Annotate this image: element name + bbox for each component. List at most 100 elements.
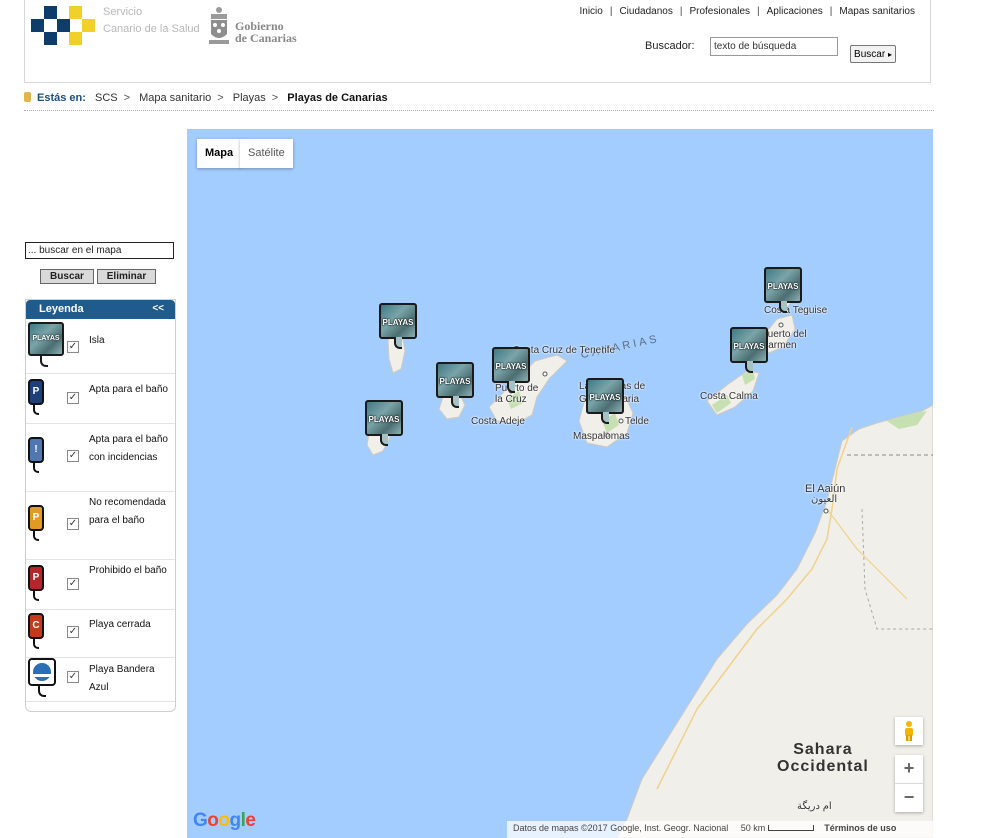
breadcrumb-current: Playas de Canarias: [287, 92, 388, 104]
island-marker-icon: PLAYAS: [28, 322, 64, 370]
legend-checkbox-prohibido[interactable]: ✓: [67, 578, 79, 590]
legend-checkbox-apta[interactable]: ✓: [67, 392, 79, 404]
place-label-telde: Telde: [625, 416, 649, 427]
gov-line2: de Canarias: [235, 31, 297, 45]
scs-logo[interactable]: [31, 6, 101, 46]
zoom-in-button[interactable]: +: [895, 755, 923, 784]
marker-label: PLAYAS: [767, 282, 799, 291]
map-type-button-map[interactable]: Mapa: [197, 139, 242, 168]
map-clear-button[interactable]: Eliminar: [97, 269, 156, 284]
legend-item-prohibido: P ✓ Prohibido el baño: [26, 560, 175, 610]
legend-label: Prohibido el baño: [89, 565, 167, 576]
map-type-button-satellite[interactable]: Satélite: [240, 139, 293, 168]
map-attribution[interactable]: Datos de mapas ©2017 Google, Inst. Geogr…: [513, 823, 728, 833]
legend-checkbox-no-recomendada[interactable]: ✓: [67, 518, 79, 530]
breadcrumb-item-mapa-sanitario[interactable]: Mapa sanitario: [139, 92, 211, 104]
place-label-puerto-del-carmen: Puerto del Carmen: [761, 329, 807, 351]
legend-checkbox-apta-incidencias[interactable]: ✓: [67, 450, 79, 462]
brand-line2: Canario de la Salud: [103, 23, 200, 35]
island-marker-el-hierro[interactable]: PLAYAS: [365, 400, 403, 446]
legend-collapse-button[interactable]: <<: [152, 303, 164, 314]
legend-item-cerrada: C ✓ Playa cerrada: [26, 610, 175, 658]
chevron-right-icon: >: [123, 92, 131, 104]
legend-label: Apta para el baño: [89, 384, 168, 395]
breadcrumb-label: Estás en:: [37, 92, 86, 104]
breadcrumb: Estás en: SCS > Mapa sanitario > Playas > P…: [24, 92, 388, 104]
government-brand-text: Gobierno de Canarias: [235, 20, 297, 44]
nav-ciudadanos[interactable]: Ciudadanos: [612, 6, 679, 17]
legend-label: Playa cerrada: [89, 619, 151, 630]
zoom-out-button[interactable]: −: [895, 784, 923, 812]
top-nav: Inicio | Ciudadanos | Profesionales | Aplicaci…: [572, 6, 922, 17]
scs-brand-text: Servicio Canario de la Salud: [103, 4, 200, 38]
island-marker-tenerife[interactable]: PLAYAS: [492, 347, 530, 393]
place-label-el-aaiun-arabic: العيون: [811, 494, 838, 505]
blue-flag-icon: [28, 658, 58, 702]
legend-item-isla: PLAYAS ✓ Isla: [26, 319, 175, 374]
island-marker-lanzarote[interactable]: PLAYAS: [764, 267, 802, 313]
legend-checkbox-cerrada[interactable]: ✓: [67, 626, 79, 638]
island-marker-gran-canaria[interactable]: PLAYAS: [586, 378, 624, 424]
legend-item-apta: P ✓ Apta para el baño: [26, 374, 175, 424]
map-scale-label: 50 km: [740, 823, 766, 833]
sahara-line2: Occidental: [777, 758, 869, 775]
marker-label: PLAYAS: [589, 393, 621, 402]
not-recommended-beach-icon: P: [28, 505, 46, 545]
legend-item-bandera-azul: ✓ Playa Bandera Azul: [26, 658, 175, 702]
marker-label: PLAYAS: [368, 415, 400, 424]
legend-label: No recomendada para el baño: [89, 497, 166, 526]
marker-label: PLAYAS: [495, 362, 527, 371]
suitable-beach-icon: P: [28, 379, 46, 419]
prohibited-beach-icon: P: [28, 565, 46, 605]
google-logo[interactable]: Google: [193, 810, 256, 832]
site-search-input[interactable]: [710, 37, 838, 56]
marker-label: PLAYAS: [439, 377, 471, 386]
nav-mapas-sanitarios[interactable]: Mapas sanitarios: [832, 6, 922, 17]
legend-label: Isla: [89, 335, 105, 346]
legend-item-apta-incidencias: ! ✓ Apta para el baño con incidencias: [26, 424, 175, 492]
island-marker-fuerteventura[interactable]: PLAYAS: [730, 327, 768, 373]
place-label-um-dreiga: ام دريگة: [797, 801, 832, 812]
legend-checkbox-bandera-azul[interactable]: ✓: [67, 671, 79, 683]
map-search-button[interactable]: Buscar: [40, 269, 94, 284]
brand-line1: Servicio: [103, 6, 143, 18]
nav-inicio[interactable]: Inicio: [572, 6, 609, 17]
closed-beach-icon: C: [28, 613, 46, 653]
street-view-pegman-icon[interactable]: [895, 717, 923, 745]
legend-item-no-recomendada: P ✓ No recomendada para el baño: [26, 492, 175, 560]
map-search-input[interactable]: [25, 242, 174, 259]
island-marker-la-palma[interactable]: PLAYAS: [379, 303, 417, 349]
region-label-sahara: Sahara Occidental: [777, 741, 869, 775]
legend-header: Leyenda <<: [26, 300, 175, 319]
search-label: Buscador:: [645, 40, 695, 52]
breadcrumb-item-playas[interactable]: Playas: [233, 92, 266, 104]
place-label-costa-calma: Costa Calma: [700, 391, 758, 402]
legend-title: Leyenda: [39, 303, 84, 315]
site-header: Servicio Canario de la Salud Gobierno de…: [24, 0, 931, 83]
chevron-right-icon: >: [271, 92, 279, 104]
chevron-right-icon: >: [217, 92, 224, 104]
marker-label: PLAYAS: [733, 342, 765, 351]
map-attribution-bar: Datos de mapas ©2017 Google, Inst. Geogr…: [507, 821, 933, 838]
legend-label: Apta para el baño con incidencias: [89, 434, 168, 463]
breadcrumb-item-scs[interactable]: SCS: [95, 92, 118, 104]
legend-label: Playa Bandera Azul: [89, 664, 155, 693]
map-canvas[interactable]: Mapa Satélite CANARIAS Santa Cruz de Ten…: [187, 129, 933, 838]
breadcrumb-marker-icon: [24, 92, 31, 102]
beach-incidents-icon: !: [28, 437, 46, 477]
legend-checkbox-isla[interactable]: ✓: [67, 341, 79, 353]
map-scale-bar: [768, 825, 815, 831]
marker-label: PLAYAS: [382, 318, 414, 327]
nav-aplicaciones[interactable]: Aplicaciones: [760, 6, 830, 17]
place-label-maspalomas: Maspalomas: [573, 431, 630, 442]
map-terms-link[interactable]: Términos de uso: [824, 823, 896, 833]
breadcrumb-divider: [24, 110, 934, 111]
sahara-line1: Sahara: [793, 741, 853, 758]
legend-panel: Leyenda << PLAYAS ✓ Isla P ✓ Apta para e…: [25, 299, 176, 712]
site-search-button[interactable]: Buscar ▸: [850, 45, 896, 63]
place-label-costa-adeje: Costa Adeje: [471, 416, 525, 427]
nav-profesionales[interactable]: Profesionales: [682, 6, 757, 17]
arrow-right-icon: ▸: [887, 49, 892, 59]
island-marker-la-gomera[interactable]: PLAYAS: [436, 362, 474, 408]
search-button-label: Buscar: [854, 48, 886, 60]
